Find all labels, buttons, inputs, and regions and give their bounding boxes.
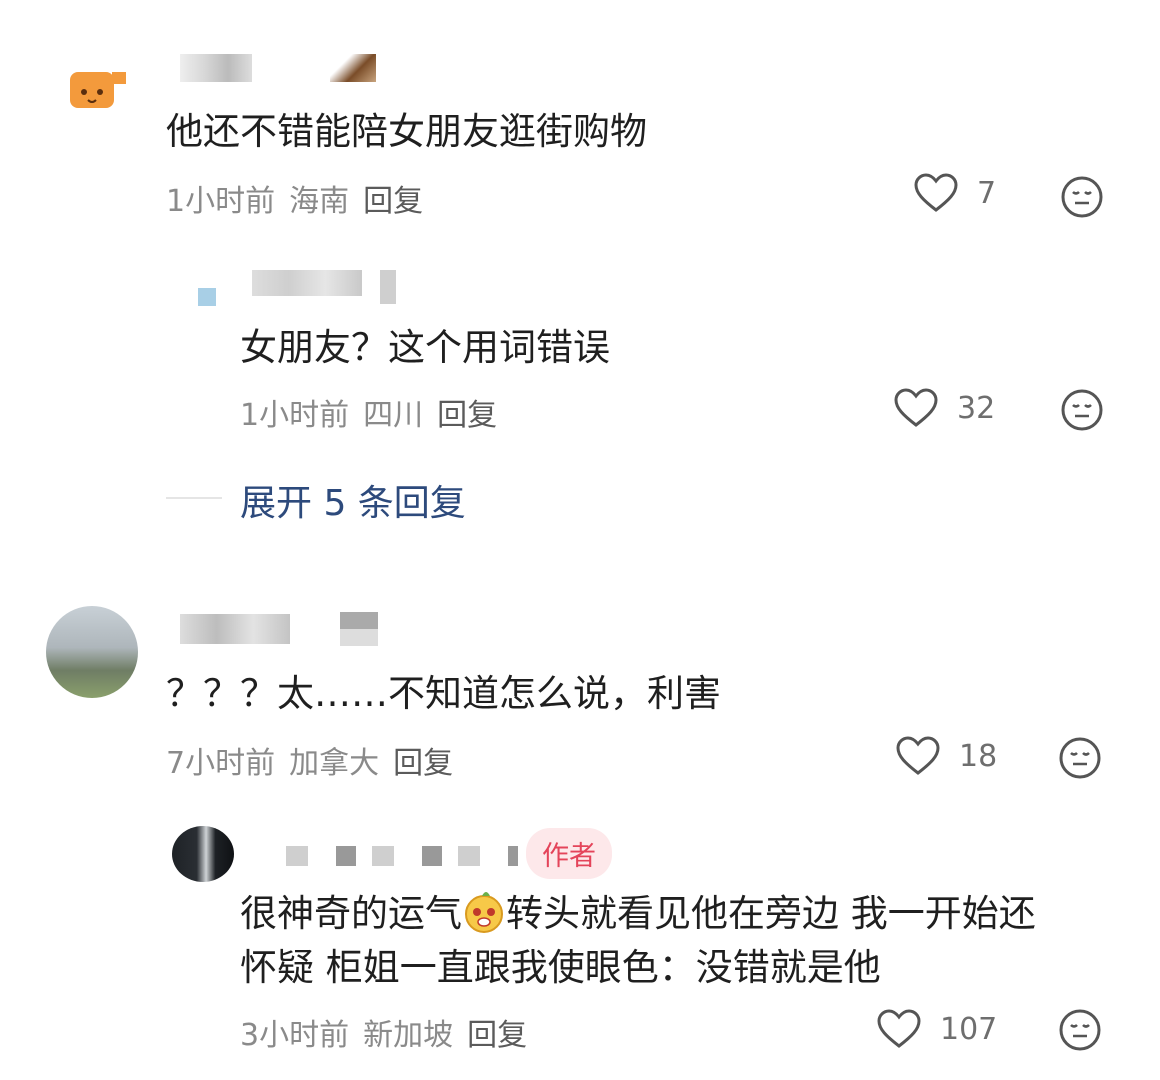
- avatar[interactable]: [48, 60, 138, 130]
- reply-time: 1小时前: [240, 398, 350, 433]
- reply-text-line-2: 怀疑 柜姐一直跟我使眼色：没错就是他: [240, 946, 881, 989]
- reply-button[interactable]: 回复: [363, 184, 423, 219]
- comment-text: ？？？太……不知道怎么说，利害: [166, 672, 721, 715]
- comment-text: 他还不错能陪女朋友逛街购物: [166, 110, 647, 153]
- username-blurred[interactable]: [180, 614, 290, 644]
- comment-meta: 1小时前 海南 回复: [166, 176, 437, 220]
- username-blurred[interactable]: [180, 54, 252, 82]
- username-blurred-2: [380, 270, 396, 304]
- reply-text-part-a: 很神奇的运气: [240, 892, 462, 935]
- comment-time: 1小时前: [166, 184, 276, 219]
- dislike-button[interactable]: [1058, 1008, 1102, 1056]
- fox-avatar-icon: [70, 72, 126, 108]
- like-count: 7: [977, 175, 997, 211]
- heart-outline-icon: [914, 173, 958, 212]
- comment-time: 7小时前: [166, 746, 276, 781]
- username-blurred[interactable]: [252, 270, 362, 296]
- avatar[interactable]: [172, 826, 234, 882]
- username-blurred-2: [340, 612, 378, 646]
- like-button[interactable]: 18: [895, 735, 997, 777]
- avatar[interactable]: [46, 606, 138, 698]
- like-button[interactable]: 107: [876, 1008, 997, 1050]
- reply-location: 新加坡: [363, 1018, 454, 1053]
- dislike-face-icon: [1059, 737, 1101, 779]
- like-count: 32: [957, 390, 996, 426]
- emoji-face-icon: [465, 892, 503, 933]
- reply-button[interactable]: 回复: [467, 1018, 527, 1053]
- reply-meta: 1小时前 四川 回复: [240, 390, 511, 434]
- like-button[interactable]: 32: [893, 387, 995, 429]
- author-badge: 作者: [526, 828, 612, 879]
- dislike-face-icon: [1061, 176, 1103, 218]
- heart-outline-icon: [894, 388, 938, 427]
- username-blurred-2: [330, 54, 376, 82]
- reply-text-part-b: 转头就看见他在旁边 我一开始还: [506, 892, 1036, 935]
- like-count: 18: [959, 738, 998, 774]
- like-button[interactable]: 7: [913, 172, 996, 214]
- avatar[interactable]: [172, 268, 222, 318]
- expand-replies-button[interactable]: 展开 5 条回复: [240, 474, 466, 526]
- expand-divider: [166, 497, 222, 499]
- username-blurred[interactable]: [286, 846, 518, 866]
- dislike-face-icon: [1059, 1009, 1101, 1051]
- heart-outline-icon: [877, 1009, 921, 1048]
- dislike-button[interactable]: [1060, 175, 1104, 223]
- reply-button[interactable]: 回复: [393, 746, 453, 781]
- reply-text-line-1: 很神奇的运气 转头就看见他在旁边 我一开始还: [240, 888, 1036, 940]
- reply-button[interactable]: 回复: [437, 398, 497, 433]
- comment-meta: 7小时前 加拿大 回复: [166, 738, 467, 782]
- dislike-button[interactable]: [1060, 388, 1104, 436]
- comment-location: 海南: [289, 184, 350, 219]
- dislike-button[interactable]: [1058, 736, 1102, 784]
- comment-location: 加拿大: [289, 746, 380, 781]
- like-count: 107: [940, 1011, 998, 1047]
- reply-text: 女朋友？这个用词错误: [240, 326, 610, 369]
- heart-outline-icon: [896, 736, 940, 775]
- reply-meta: 3小时前 新加坡 回复: [240, 1010, 541, 1054]
- reply-location: 四川: [363, 398, 424, 433]
- dislike-face-icon: [1061, 389, 1103, 431]
- reply-time: 3小时前: [240, 1018, 350, 1053]
